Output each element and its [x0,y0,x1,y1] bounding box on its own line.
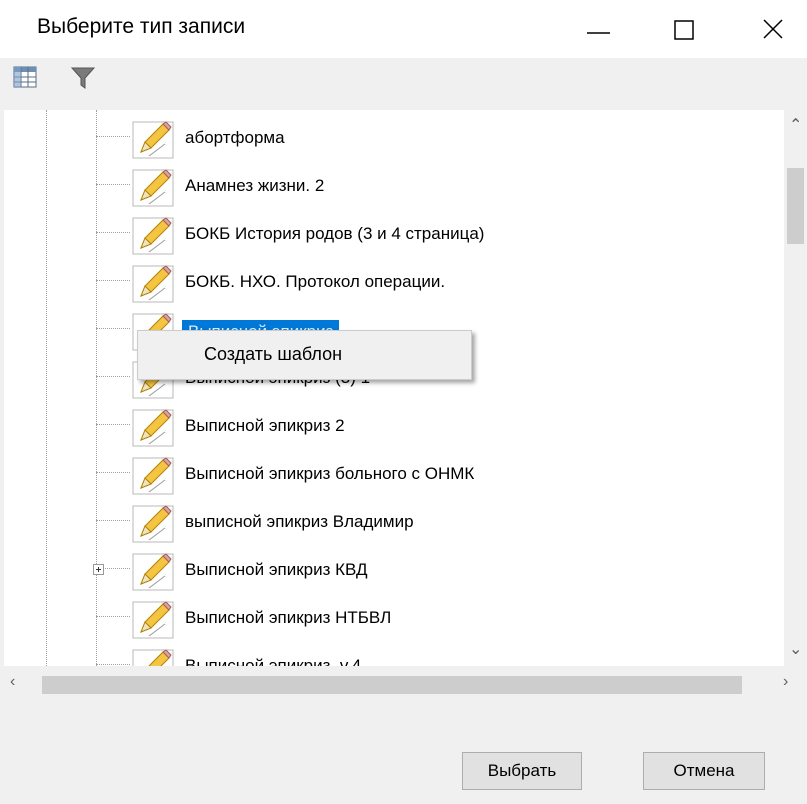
close-icon [763,19,783,39]
tree-guide-line [96,328,130,329]
tree-item-label: Выписной эпикриз больного с ОНМК [185,464,475,483]
pencil-document-icon [131,456,175,501]
scroll-down-icon[interactable]: ⌄ [789,642,802,658]
pencil-document-icon [131,552,175,597]
close-button[interactable] [727,0,807,58]
tree-guide-line [96,424,130,425]
tree-item-label: Выписной эпикриз КВД [185,560,368,579]
cancel-button[interactable]: Отмена [643,752,765,790]
pencil-document-icon [131,120,175,165]
record-type-tree[interactable]: абортформа Анамнез жизни. 2 БОКБ История р… [4,110,784,666]
title-bar: Выберите тип записи [0,0,807,58]
grid-view-icon[interactable] [13,66,39,90]
maximize-icon [674,20,694,40]
maximize-button[interactable] [641,0,721,58]
tree-item[interactable]: БОКБ. НХО. Протокол операции. [4,258,784,306]
pencil-document-icon [131,264,175,309]
scroll-right-icon[interactable]: › [783,674,788,690]
pencil-document-icon [131,504,175,549]
vertical-scroll-thumb[interactable] [787,168,804,244]
tree-item-label: Выписной эпикриз НТБВЛ [185,608,392,627]
tree-item[interactable]: Выписной эпикриз НТБВЛ [4,594,784,642]
horizontal-scroll-thumb[interactable] [42,676,742,694]
scroll-left-icon[interactable]: ‹ [10,674,15,690]
tree-guide-line [96,136,130,137]
tree-item-label: БОКБ История родов (3 и 4 страница) [185,224,485,243]
select-button[interactable]: Выбрать [462,752,582,790]
tree-item-label: Выписной эпикриз. v.4 [185,656,362,666]
tree-item-label: Анамнез жизни. 2 [185,176,325,195]
tree-item[interactable]: Анамнез жизни. 2 [4,162,784,210]
tree-item-label: БОКБ. НХО. Протокол операции. [185,272,446,291]
tree-item[interactable]: выписной эпикриз Владимир [4,498,784,546]
tree-item-label: абортформа [185,128,285,147]
tree-guide-line [96,472,130,473]
filter-icon[interactable] [70,66,96,90]
tree-guide-line [96,616,130,617]
pencil-document-icon [131,600,175,645]
vertical-scrollbar[interactable]: ⌃ ⌄ [784,110,807,666]
tree-guide-line [96,184,130,185]
tree-guide-line [96,664,130,665]
tree-item[interactable]: Выписной эпикриз КВД [4,546,784,594]
tree-item[interactable]: Выписной эпикриз 2 [4,402,784,450]
toolbar [0,58,807,110]
context-menu: Создать шаблон [137,330,472,380]
tree-item[interactable]: Выписной эпикриз больного с ОНМК [4,450,784,498]
horizontal-scrollbar[interactable]: ‹ › [4,666,807,700]
pencil-document-icon [131,216,175,261]
context-menu-item-create-template[interactable]: Создать шаблон [204,344,342,365]
tree-item[interactable]: БОКБ История родов (3 и 4 страница) [4,210,784,258]
minimize-icon [587,32,610,34]
tree-guide-line [96,520,130,521]
expand-icon[interactable] [93,564,104,575]
window-title: Выберите тип записи [37,15,246,38]
tree-item[interactable]: Выписной эпикриз. v.4 [4,642,784,666]
tree-guide-line [96,232,130,233]
pencil-document-icon [131,648,175,666]
pencil-document-icon [131,408,175,453]
tree-guide-line [96,280,130,281]
tree-item[interactable]: абортформа [4,114,784,162]
tree-guide-line [96,376,130,377]
tree-item-label: выписной эпикриз Владимир [185,512,414,531]
scroll-up-icon[interactable]: ⌃ [789,118,802,134]
minimize-button[interactable] [558,0,638,58]
tree-item-label: Выписной эпикриз 2 [185,416,345,435]
pencil-document-icon [131,168,175,213]
